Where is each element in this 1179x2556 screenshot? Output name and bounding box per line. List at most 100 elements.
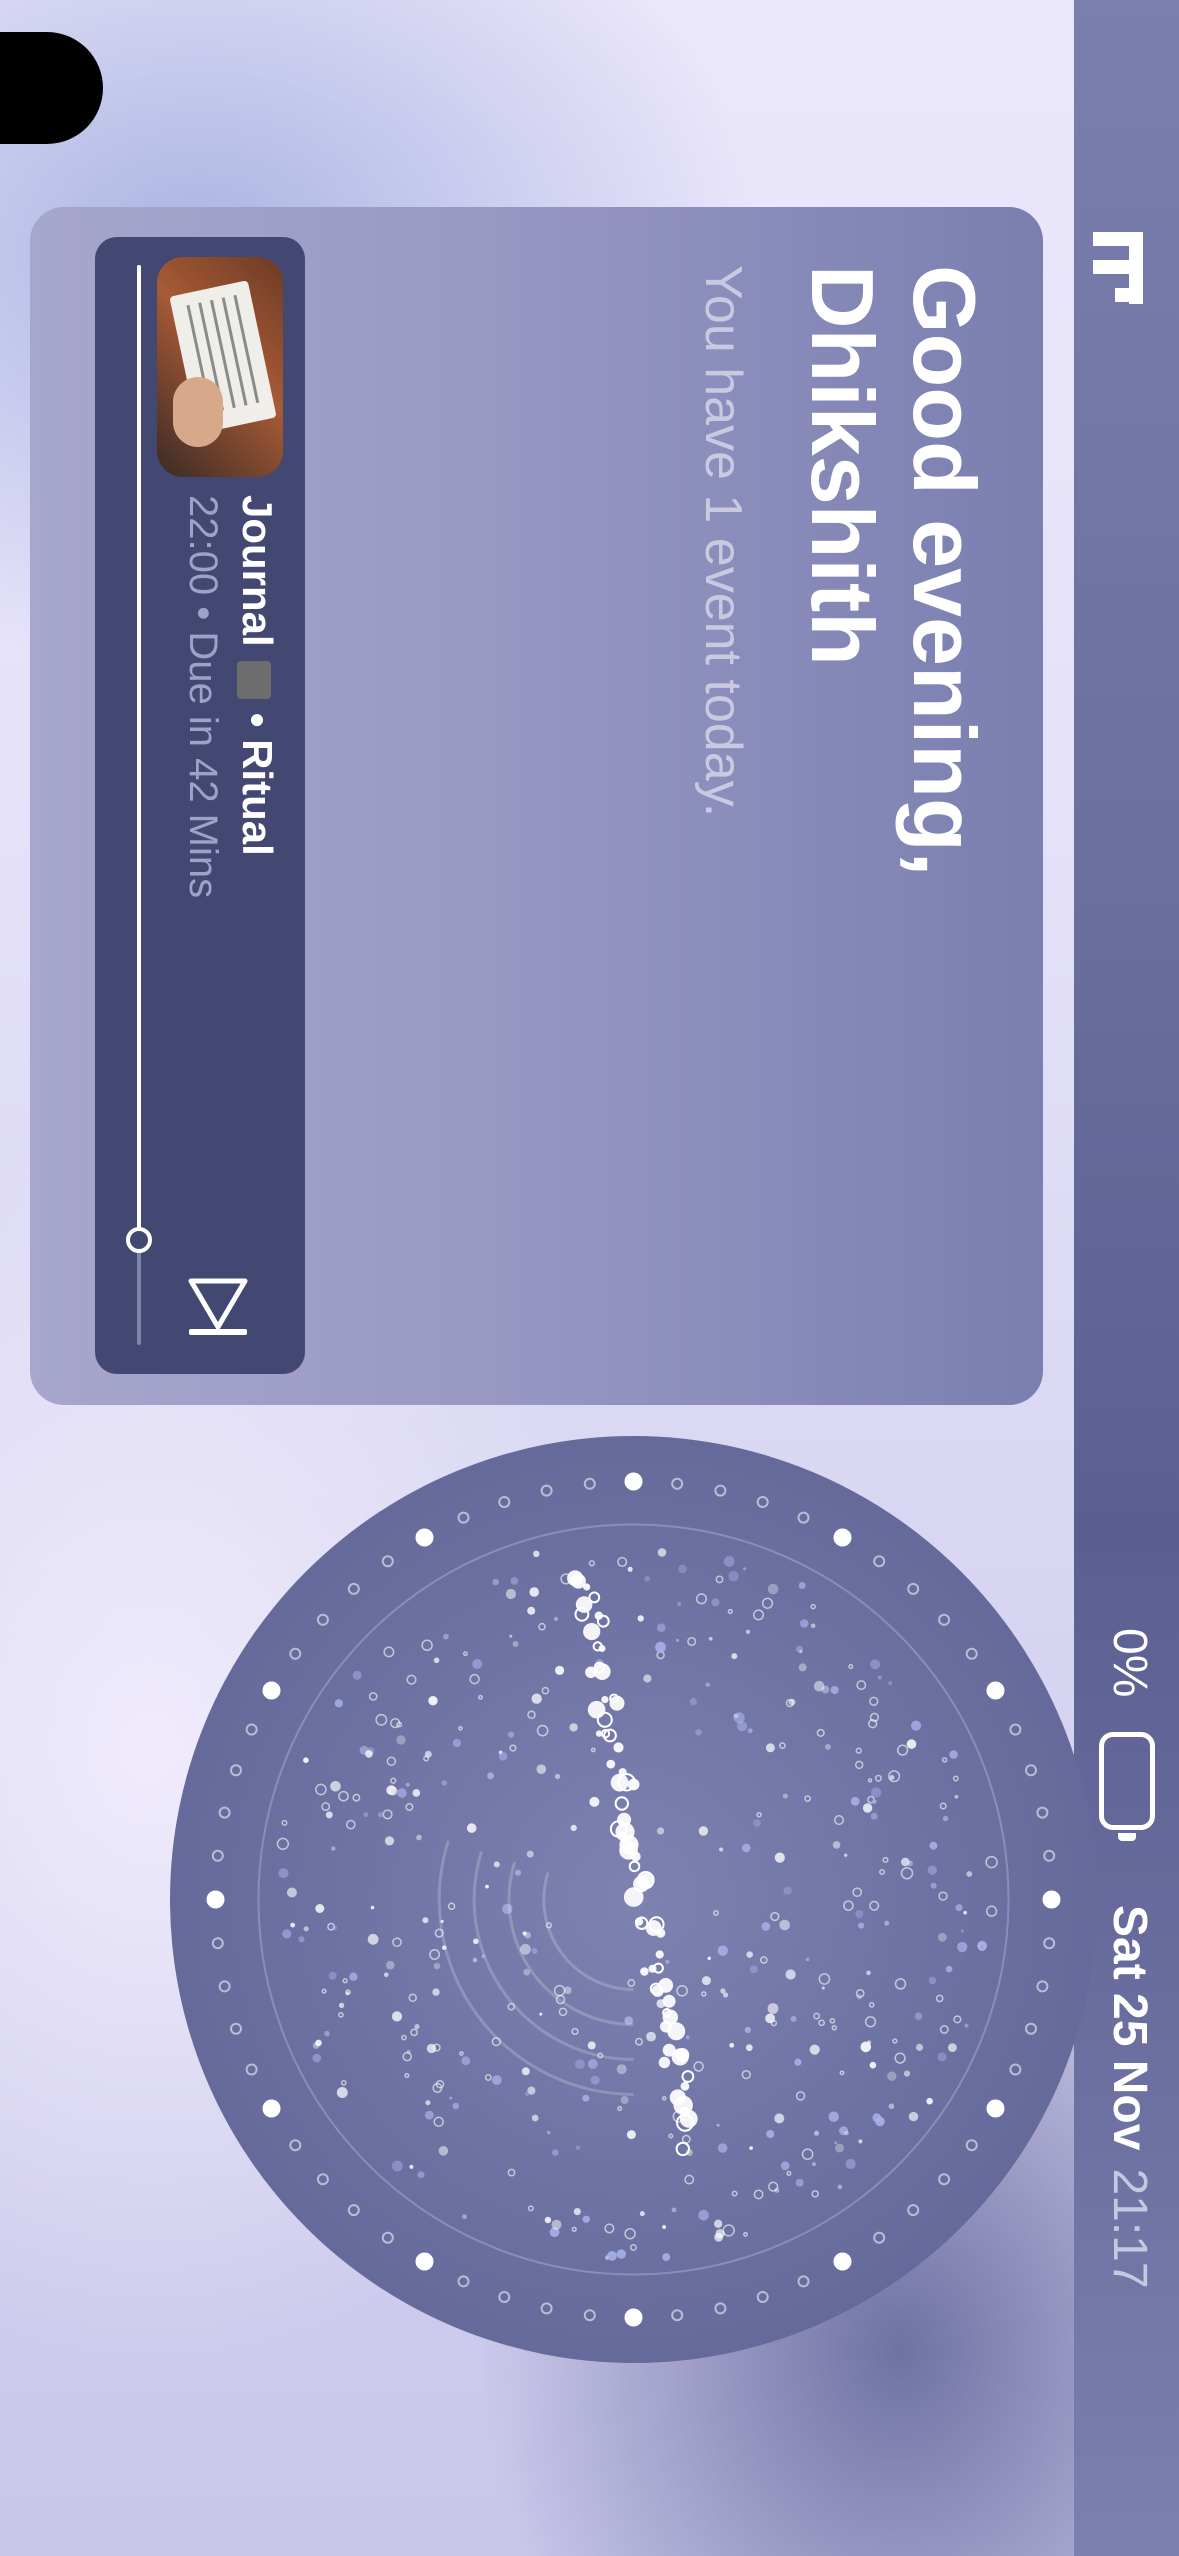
dial-star [282,1929,292,1939]
dial-star [416,1834,422,1841]
dial-star [655,1641,666,1653]
dial-star [728,1571,739,1582]
dial-tick [986,1681,1005,1700]
dial-star [569,1723,578,1732]
dial-arm-star [680,2081,690,2091]
dial-star [582,2094,590,2102]
dial-star [888,2103,895,2110]
dial-star [662,2253,671,2262]
dial-star [512,1641,519,1647]
dial-tick [624,2308,643,2327]
dial-star [485,1884,489,1889]
screen: 0% Sat 25 Nov 21:17 Good evening, Dhikshi… [0,0,1179,2556]
dial-arm-star [623,1887,644,1907]
dial-star [844,2130,849,2136]
dial-star [491,2075,502,2085]
dial-star [487,1772,495,1780]
skip-forward-icon[interactable] [182,1277,249,1337]
dial-star [858,1922,865,1929]
dial-star [575,2059,585,2070]
dial-star [409,2164,414,2169]
dial-star [657,1827,665,1835]
dial-star [433,1657,440,1664]
dial-tick [206,1890,225,1909]
dial-star [937,2052,947,2062]
dial-star [616,2064,627,2075]
dial-arm-star [613,1742,624,1753]
dial-arm-star [583,1623,601,1641]
dial-star [821,1986,825,1990]
dial-star [514,1869,522,1876]
dial-star [312,2053,322,2063]
dial-arm-star [593,1663,611,1681]
dial-star [708,1636,713,1641]
dial-star [698,2209,709,2221]
dial-star [324,2030,330,2037]
dial-star [452,2102,460,2110]
event-meta: 22:00 • Due in 42 Mins [181,495,225,899]
dial-star [914,2012,923,2021]
dial-star [767,2003,779,2014]
dial-star [955,1904,963,1912]
dial-star [391,2160,403,2172]
dial-star [753,1819,761,1827]
dial-star [505,1588,516,1600]
dial-star [536,1764,547,1775]
dial-arm-star [615,1822,635,1842]
dial-star [809,2044,820,2055]
dial-star [507,1731,515,1738]
dial-star [363,1812,369,1818]
dial-star [349,1972,358,1981]
dial-star [930,1882,937,1889]
dial-star [383,1972,389,1978]
dial-star [843,1853,848,1857]
dial-tick [415,2252,434,2271]
dial-star [714,2219,723,2228]
dial-star [877,1675,882,1680]
dial-star [928,1976,937,1985]
dial-star [855,1910,864,1918]
dial-star [315,1904,325,1913]
dial-star [527,1606,536,1615]
dial-star [582,2215,590,2223]
dial-star [443,1633,449,1640]
dial-star [303,1757,309,1764]
dial-star [298,1936,305,1943]
dial-star [733,1712,745,1724]
dial-star [472,1659,483,1669]
dial-star [788,1698,796,1706]
event-card[interactable]: Journal • Ritual 22:00 • Due in 42 Mins [95,237,305,1374]
dial-star [707,1956,711,1960]
dial-star [509,1634,513,1638]
dial-star [945,1965,953,1973]
dial-arm-star [679,2109,698,2128]
event-progress-knob[interactable] [126,1227,152,1253]
dial-star [705,1682,710,1687]
dial-arm-star [609,1695,625,1711]
dial-star [405,1782,410,1787]
dial-star [717,1945,728,1956]
dial-tick [415,1528,434,1547]
dial-star [731,1653,738,1660]
dial-star [498,1752,508,1761]
dial-star [927,1865,937,1875]
status-time: 21:17 [1103,2168,1156,2289]
greeting-subtitle: You have 1 event today. [694,265,752,818]
dial-star [783,1886,792,1895]
star-dial[interactable] [170,1436,1097,2363]
dial-star [449,2096,453,2100]
greeting-card[interactable]: Good evening, Dhikshith You have 1 event… [30,207,1043,1405]
dial-star [336,2087,348,2098]
dial-star [378,1812,384,1818]
dial-star [845,2158,856,2170]
dial-star [620,2096,629,2104]
dial-star [367,1933,379,1945]
dial-star [422,1917,429,1924]
dial-star [522,1931,527,1936]
dial-tick [262,1681,281,1700]
dial-tick [1042,1890,1061,1909]
dial-star [723,1556,735,1567]
dial-star [303,1926,309,1932]
dial-star [370,1905,375,1910]
dial-star [716,2123,720,2127]
